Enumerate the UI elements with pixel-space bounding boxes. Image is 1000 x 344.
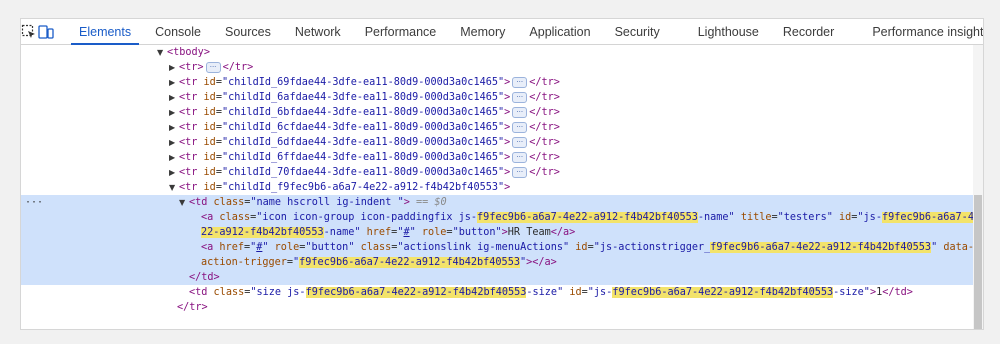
tree-node-tr-row[interactable]: ▶ <tr id="childId_6ffdae44-3dfe-ea11-80d9… — [21, 150, 973, 165]
vertical-scrollbar[interactable] — [973, 45, 983, 329]
tree-node-td-selected[interactable]: ··· ▼ <td class="name hscroll ig-indent "… — [21, 195, 973, 210]
tree-node-anchor-name[interactable]: <a class="icon icon-group icon-paddingfi… — [21, 210, 981, 225]
node-actions-ellipsis-icon[interactable]: ··· — [25, 195, 43, 210]
tree-node-tr-row[interactable]: ▶ <tr id="childId_6dfdae44-3dfe-ea11-80d9… — [21, 135, 973, 150]
tab-elements[interactable]: Elements — [67, 19, 143, 45]
expand-triangle-icon[interactable]: ▶ — [169, 75, 179, 90]
tree-node-tr-row[interactable]: ▶ <tr id="childId_69fdae44-3dfe-ea11-80d9… — [21, 75, 973, 90]
expand-triangle-icon[interactable]: ▶ — [169, 105, 179, 120]
device-toolbar-icon[interactable] — [37, 19, 55, 44]
tree-node-anchor-actions[interactable]: <a href="#" role="button" class="actions… — [21, 240, 974, 255]
ellipsis-icon[interactable]: ··· — [512, 106, 528, 118]
tree-node-tr-close[interactable]: </tr> — [21, 300, 973, 315]
tree-node-tr-row[interactable]: ▶ <tr id="childId_6afdae44-3dfe-ea11-80d9… — [21, 90, 973, 105]
tree-node-tr-row[interactable]: ▶ <tr id="childId_6bfdae44-3dfe-ea11-80d9… — [21, 105, 973, 120]
tab-application[interactable]: Application — [517, 19, 602, 44]
collapse-triangle-icon[interactable]: ▼ — [157, 45, 167, 60]
expand-triangle-icon[interactable]: ▶ — [169, 60, 179, 75]
ellipsis-icon[interactable]: ··· — [512, 151, 528, 163]
ellipsis-icon[interactable]: ··· — [512, 166, 528, 178]
tab-network[interactable]: Network — [283, 19, 353, 44]
ellipsis-icon[interactable]: ··· — [512, 91, 528, 103]
tab-console[interactable]: Console — [143, 19, 213, 44]
scrollbar-thumb[interactable] — [974, 195, 982, 329]
expand-triangle-icon[interactable]: ▶ — [169, 120, 179, 135]
expand-triangle-icon[interactable]: ▶ — [169, 150, 179, 165]
ellipsis-icon[interactable]: ··· — [512, 76, 528, 88]
collapse-triangle-icon[interactable]: ▼ — [169, 180, 179, 195]
expand-triangle-icon[interactable]: ▶ — [169, 90, 179, 105]
expand-triangle-icon[interactable]: ▶ — [169, 135, 179, 150]
tree-node-td-size[interactable]: <td class="size js-f9fec9b6-a6a7-4e22-a9… — [21, 285, 973, 300]
tree-node-tr[interactable]: ▶ <tr> ··· </tr> — [21, 60, 973, 75]
tab-recorder[interactable]: Recorder — [771, 19, 846, 44]
expand-triangle-icon[interactable]: ▶ — [169, 165, 179, 180]
collapse-triangle-icon[interactable]: ▼ — [179, 195, 189, 210]
tree-node-tr-expanded[interactable]: ▼ <tr id="childId_f9fec9b6-a6a7-4e22-a912… — [21, 180, 973, 195]
tab-performance-insights[interactable]: Performance insights ⚗ — [846, 19, 983, 44]
tree-node-td-close[interactable]: </td> — [21, 270, 973, 285]
tab-memory[interactable]: Memory — [448, 19, 517, 44]
tree-node-anchor-actions-cont[interactable]: action-trigger="f9fec9b6-a6a7-4e22-a912-… — [21, 255, 973, 270]
ellipsis-icon[interactable]: ··· — [205, 61, 221, 73]
tree-node-tr-row[interactable]: ▶ <tr id="childId_70fdae44-3dfe-ea11-80d9… — [21, 165, 973, 180]
ellipsis-icon[interactable]: ··· — [512, 136, 528, 148]
ellipsis-icon[interactable]: ··· — [512, 121, 528, 133]
tab-lighthouse[interactable]: Lighthouse — [672, 19, 771, 44]
devtools-window: Elements Console Sources Network Perform… — [20, 18, 984, 330]
tree-node-anchor-name-cont[interactable]: 22-a912-f4b42bf40553-name" href="#" role… — [21, 225, 973, 240]
dom-tree: ▼ <tbody> ▶ <tr> ··· </tr> ▶ <tr id="childId_… — [21, 45, 981, 329]
tab-security[interactable]: Security — [603, 19, 672, 44]
tab-performance[interactable]: Performance — [353, 19, 449, 44]
inspect-element-icon[interactable] — [21, 19, 37, 44]
tree-node-tr-row[interactable]: ▶ <tr id="childId_6cfdae44-3dfe-ea11-80d9… — [21, 120, 973, 135]
devtools-toolbar: Elements Console Sources Network Perform… — [21, 19, 983, 45]
tree-node-tbody[interactable]: ▼ <tbody> — [21, 45, 973, 60]
tab-sources[interactable]: Sources — [213, 19, 283, 44]
